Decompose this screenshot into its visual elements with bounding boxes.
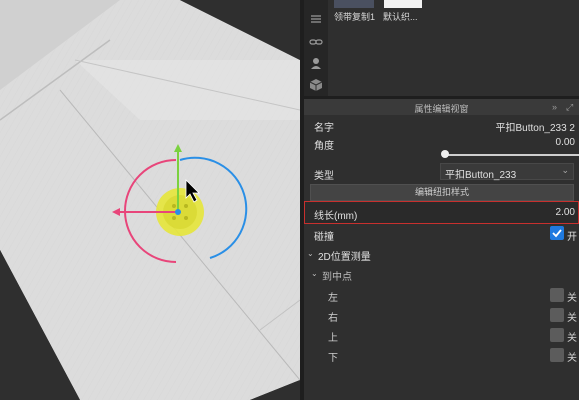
collision-label: 碰撞 <box>314 232 334 243</box>
chevron-down-icon[interactable]: ⌄ <box>307 249 314 258</box>
checkmark-icon <box>552 229 562 238</box>
thread-length-value[interactable]: 2.00 <box>556 207 575 218</box>
direction-left-checkbox[interactable] <box>550 288 564 302</box>
direction-state: 关 <box>567 353 577 364</box>
type-dropdown[interactable]: 平扣Button_233 ⌄ <box>440 163 574 181</box>
angle-slider-knob[interactable] <box>441 150 449 158</box>
type-dropdown-value: 平扣Button_233 <box>445 170 517 181</box>
angle-slider[interactable] <box>446 154 579 156</box>
fabric-icon[interactable] <box>309 12 323 26</box>
angle-value[interactable]: 0.00 <box>556 137 575 148</box>
thumbnail-default-fabric[interactable] <box>384 0 422 8</box>
direction-right-checkbox[interactable] <box>550 308 564 322</box>
thumbnail-label[interactable]: 默认织... <box>383 10 418 23</box>
expand-icon[interactable]: ⤢ <box>566 102 573 113</box>
angle-label: 角度 <box>314 141 334 152</box>
direction-top-checkbox[interactable] <box>550 328 564 342</box>
direction-state: 关 <box>567 293 577 304</box>
direction-state: 关 <box>567 333 577 344</box>
measure-section-label: 2D位置测量 <box>318 252 371 263</box>
thread-length-row[interactable]: 线长(mm) 2.00 <box>304 201 579 224</box>
edit-button-style-label: 编辑纽扣样式 <box>414 187 469 197</box>
direction-bottom-checkbox[interactable] <box>550 348 564 362</box>
thumbnail-label[interactable]: 领带复制1 <box>334 10 375 23</box>
fabric-library: 领带复制1 默认织... <box>328 0 579 96</box>
cube-icon[interactable] <box>309 78 323 92</box>
3d-viewport[interactable] <box>0 0 300 400</box>
thread-length-label: 线长(mm) <box>314 211 358 222</box>
name-value[interactable]: 平扣Button_233 2 <box>496 119 576 134</box>
right-panel: 领带复制1 默认织... 属性编辑视窗 » ⤢ 名字 平扣Button_233 … <box>304 0 579 400</box>
direction-label: 左 <box>328 293 338 304</box>
to-center-label: 到中点 <box>322 272 352 283</box>
direction-row-bottom: 下 关 <box>304 345 579 365</box>
direction-row-right: 右 关 <box>304 305 579 325</box>
collision-state: 开 <box>567 232 577 243</box>
link-icon[interactable] <box>309 35 323 49</box>
direction-label: 右 <box>328 313 338 324</box>
library-sidebar <box>304 0 328 96</box>
property-editor-header: 属性编辑视窗 » ⤢ <box>304 99 579 115</box>
to-center-section-header[interactable]: ⌄ 到中点 <box>304 264 579 284</box>
direction-state: 关 <box>567 313 577 324</box>
direction-label: 上 <box>328 333 338 344</box>
chevron-down-icon[interactable]: ⌄ <box>311 269 318 278</box>
name-label: 名字 <box>314 123 334 134</box>
direction-row-left: 左 关 <box>304 285 579 305</box>
direction-row-top: 上 关 <box>304 325 579 345</box>
direction-label: 下 <box>328 353 338 364</box>
collapse-icon[interactable]: » <box>552 102 557 112</box>
edit-button-style-button[interactable]: 编辑纽扣样式 <box>310 184 574 201</box>
type-label: 类型 <box>314 171 334 182</box>
measure-section-header[interactable]: ⌄ 2D位置测量 <box>304 244 579 264</box>
collision-checkbox[interactable] <box>550 226 564 240</box>
chevron-down-icon: ⌄ <box>561 165 569 175</box>
collision-row: 碰撞 开 <box>304 224 579 244</box>
thumbnail-tie-copy[interactable] <box>334 0 374 8</box>
name-row: 名字 平扣Button_233 2 <box>304 115 579 135</box>
avatar-icon[interactable] <box>309 56 323 70</box>
property-editor-title: 属性编辑视窗 <box>414 104 469 114</box>
